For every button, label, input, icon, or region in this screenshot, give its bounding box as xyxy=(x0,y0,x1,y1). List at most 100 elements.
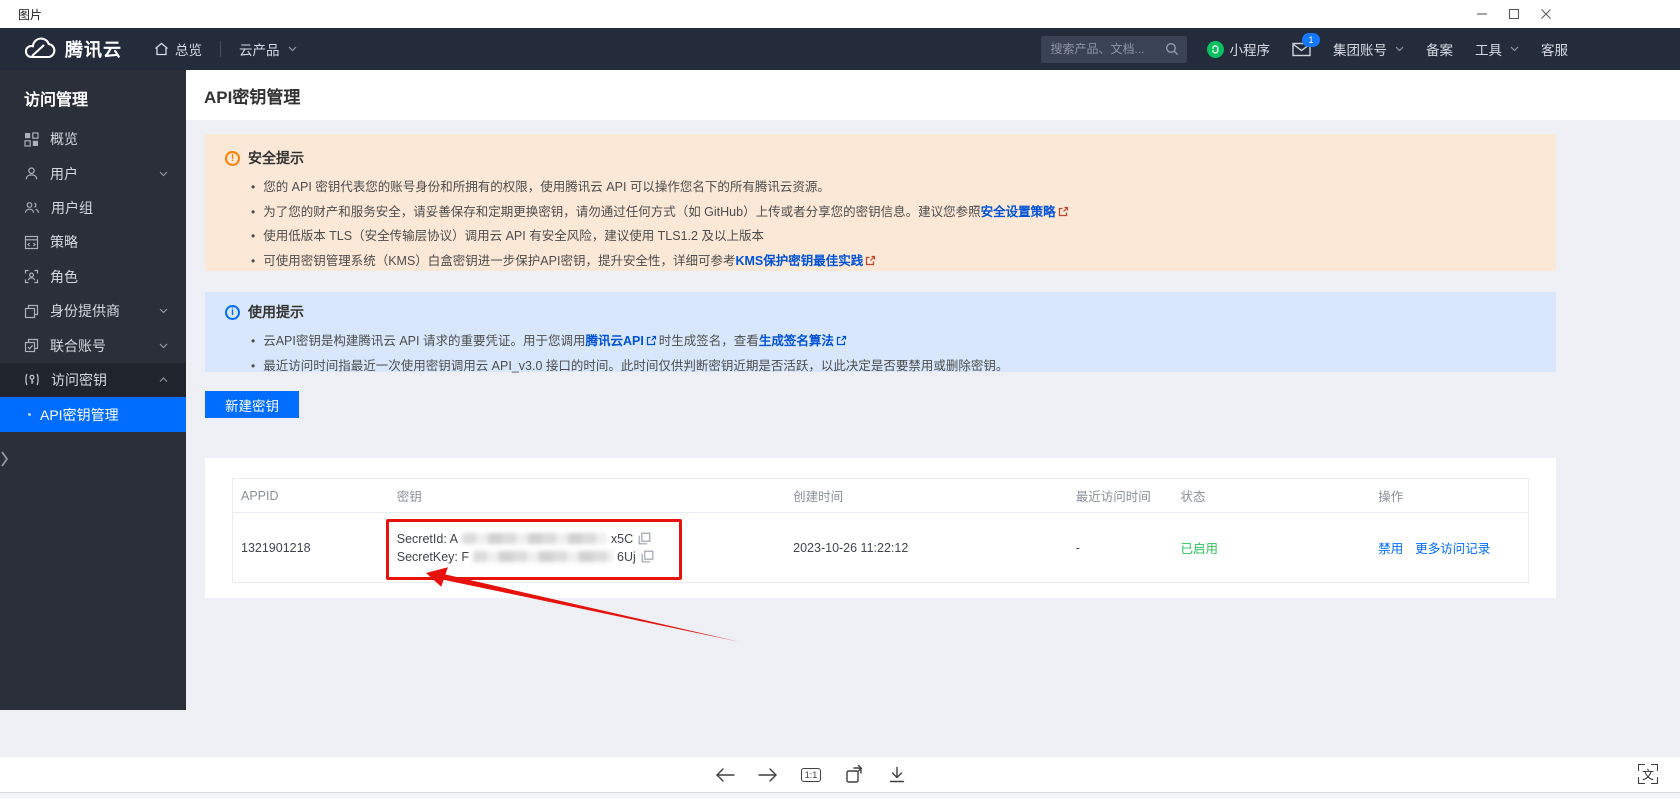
nav-overview[interactable]: 总览 xyxy=(154,39,202,59)
external-link-icon xyxy=(646,335,656,346)
sidebar-item-identity-providers[interactable]: 身份提供商 xyxy=(0,294,186,328)
sidebar-item-label: 身份提供商 xyxy=(50,303,120,320)
window-titlebar: 图片 xyxy=(0,0,1680,28)
nav-products-label: 云产品 xyxy=(239,43,280,58)
sidebar-item-policies[interactable]: 策略 xyxy=(0,225,186,259)
role-icon xyxy=(24,270,39,284)
photo-viewer-window: 图片 腾讯云 总览 云产品 搜索产品、文档... 小程序 1 集团账号 备案 工… xyxy=(0,0,1680,799)
security-alert: ! 安全提示 • 您的 API 密钥代表您的账号身份和所拥有的权限，使用腾讯云 A… xyxy=(205,134,1556,271)
ocr-text-glyph: 文 xyxy=(1641,767,1654,782)
console-topnav: 腾讯云 总览 云产品 小程序 1 xyxy=(0,28,1680,70)
user-icon xyxy=(25,167,38,180)
security-policy-link[interactable]: 安全设置策略 xyxy=(981,205,1056,219)
sidebar-item-label: 用户组 xyxy=(51,199,93,216)
sidebar-item-roles[interactable]: 角色 xyxy=(0,260,186,294)
download-button[interactable] xyxy=(884,762,910,788)
nav-tools-label: 工具 xyxy=(1475,43,1502,58)
window-title: 图片 xyxy=(18,7,43,22)
secret-cell: SecretId: Ax5C SecretKey: F 6Uj xyxy=(389,530,785,566)
search-icon xyxy=(1165,43,1178,56)
minimize-icon xyxy=(1477,13,1487,15)
usage-bullet-1: • 云API密钥是构建腾讯云 API 请求的重要凭证。用于您调用腾讯云API 时生成… xyxy=(251,329,1536,354)
actual-size-button[interactable]: 1:1 xyxy=(798,762,824,788)
nav-support-label: 客服 xyxy=(1541,43,1568,58)
download-icon xyxy=(889,766,905,782)
users-icon xyxy=(24,202,40,214)
nav-messages[interactable]: 1 xyxy=(1292,32,1320,57)
chevron-up-icon xyxy=(159,377,168,382)
dashboard-icon xyxy=(24,132,39,147)
col-header-actions: 操作 xyxy=(1378,490,1404,504)
more-access-records-link[interactable]: 更多访问记录 xyxy=(1415,542,1490,556)
sidebar-item-users[interactable]: 用户 xyxy=(0,156,186,190)
mini-program-icon xyxy=(1206,40,1224,58)
nav-overview-label: 总览 xyxy=(175,43,202,58)
chevron-down-icon xyxy=(159,171,168,176)
nav-beian[interactable]: 备案 xyxy=(1426,39,1453,59)
sidebar-item-label: 角色 xyxy=(50,268,78,285)
sidebar-item-access-keys[interactable]: 访问密钥 xyxy=(0,362,186,398)
nav-support[interactable]: 客服 xyxy=(1541,39,1568,59)
col-header-appid: APPID xyxy=(241,488,279,503)
rotate-button[interactable] xyxy=(841,762,867,788)
usage-alert: i 使用提示 • 云API密钥是构建腾讯云 API 请求的重要凭证。用于您调用腾讯… xyxy=(205,292,1556,373)
sidebar-item-federated-accounts[interactable]: 联合账号 xyxy=(0,328,186,362)
identity-provider-icon xyxy=(24,304,39,318)
brand-name: 腾讯云 xyxy=(65,40,122,60)
chevron-down-icon xyxy=(288,46,296,52)
nav-mini-program[interactable]: 小程序 xyxy=(1206,39,1271,59)
minimize-button[interactable] xyxy=(1466,0,1498,28)
federated-account-icon xyxy=(24,338,39,353)
redacted-secret-id xyxy=(461,533,607,544)
col-header-secret: 密钥 xyxy=(396,490,422,504)
signature-algorithm-link[interactable]: 生成签名算法 xyxy=(759,334,834,348)
search-box[interactable] xyxy=(1040,35,1187,63)
tencent-cloud-logo[interactable]: 腾讯云 xyxy=(22,36,122,62)
maximize-button[interactable] xyxy=(1498,0,1530,28)
nav-products[interactable]: 云产品 xyxy=(239,39,297,59)
secret-key-line: SecretKey: F 6Uj xyxy=(397,548,785,566)
external-link-icon xyxy=(1058,206,1068,216)
search-input[interactable] xyxy=(1048,41,1165,57)
disable-key-link[interactable]: 禁用 xyxy=(1378,542,1403,556)
create-key-button[interactable]: 新建密钥 xyxy=(205,391,299,418)
table-row: 1321901218 SecretId: Ax5C SecretKey: F 6U… xyxy=(233,513,1528,582)
sidebar-item-api-key-management[interactable]: API密钥管理 xyxy=(0,397,186,433)
sidebar-item-label: 策略 xyxy=(50,234,78,251)
info-icon: i xyxy=(225,304,240,320)
next-image-button[interactable] xyxy=(755,762,781,788)
kms-best-practice-link[interactable]: KMS保护密钥最佳实践 xyxy=(735,254,863,268)
sidebar-title: 访问管理 xyxy=(24,92,89,109)
copy-icon[interactable] xyxy=(638,532,651,545)
nav-mini-program-label: 小程序 xyxy=(1229,43,1271,58)
security-alert-title: 安全提示 xyxy=(248,150,304,166)
window-bottom-edge xyxy=(0,792,1680,799)
sidebar-item-overview[interactable]: 概览 xyxy=(0,122,186,156)
sidebar-item-user-groups[interactable]: 用户组 xyxy=(0,191,186,225)
arrow-left-icon xyxy=(716,767,735,782)
chevron-down-icon xyxy=(1510,46,1519,52)
nav-group-account[interactable]: 集团账号 xyxy=(1333,39,1404,59)
sidebar-item-label: 概览 xyxy=(50,131,78,148)
col-header-status: 状态 xyxy=(1180,490,1206,504)
copy-icon[interactable] xyxy=(641,550,654,563)
extract-text-button[interactable]: 文 xyxy=(1636,762,1660,786)
sidebar-item-label: 联合账号 xyxy=(50,337,106,354)
previous-image-button[interactable] xyxy=(712,762,738,788)
nav-tools[interactable]: 工具 xyxy=(1475,39,1519,59)
page-content: ! 安全提示 • 您的 API 密钥代表您的账号身份和所拥有的权限，使用腾讯云 A… xyxy=(186,120,1680,757)
nav-group-account-label: 集团账号 xyxy=(1333,43,1387,58)
sidebar: 访问管理 概览 用户 用户组 策略 角色 身份提供商 联合账号 访问密钥 API… xyxy=(0,70,186,710)
edge-chevron-icon[interactable] xyxy=(0,449,9,469)
last-access-value: - xyxy=(1075,540,1080,555)
table-header-row: APPID 密钥 创建时间 最近访问时间 状态 操作 xyxy=(233,479,1528,513)
cloud-api-link[interactable]: 腾讯云API xyxy=(585,334,643,348)
external-link-icon xyxy=(866,255,876,265)
nav-divider xyxy=(220,41,221,57)
close-button[interactable] xyxy=(1530,0,1562,28)
message-count-badge: 1 xyxy=(1302,32,1320,47)
usage-bullet-2: • 最近访问时间指最近一次使用密钥调用云 API_v3.0 接口的时间。此时间仅供… xyxy=(251,359,1009,373)
redacted-secret-key xyxy=(473,551,614,562)
close-icon xyxy=(1541,9,1551,19)
security-bullet-3: • 使用低版本 TLS（安全传输层协议）调用云 API 有安全风险，建议使用 TL… xyxy=(251,229,764,243)
